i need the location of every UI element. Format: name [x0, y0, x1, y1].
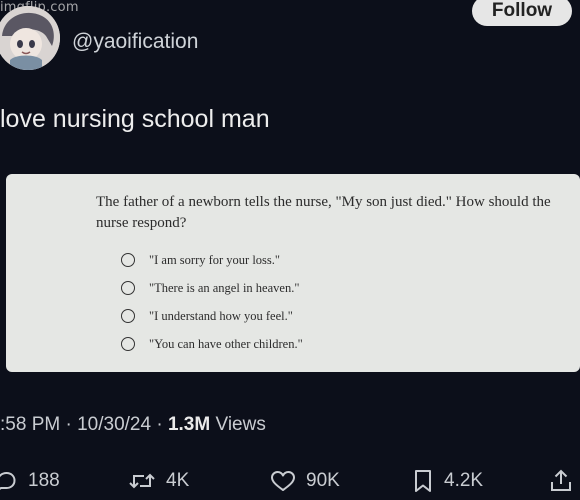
- tweet-text: love nursing school man: [0, 105, 270, 133]
- answer-option: "I am sorry for your loss.": [121, 246, 303, 274]
- views-label: Views: [215, 414, 266, 435]
- radio-circle-icon: [121, 309, 135, 323]
- meta-separator: ·: [156, 414, 168, 435]
- question-stem: The father of a newborn tells the nurse,…: [96, 194, 551, 231]
- reply-icon: [0, 472, 16, 490]
- meta-separator: ·: [65, 414, 78, 435]
- answer-option-text: "I understand how you feel.": [149, 308, 293, 323]
- answer-option-text: "I am sorry for your loss.": [149, 252, 281, 267]
- share-icon: [551, 469, 571, 491]
- bookmark-count: 4.2K: [444, 470, 484, 491]
- views-count: 1.3M: [167, 414, 211, 435]
- tweet-meta: :58 PM · 10/30/24 · 1.3M Views: [0, 414, 266, 436]
- attached-image-question[interactable]: The father of a newborn tells the nurse,…: [6, 174, 580, 372]
- like-icon: [271, 471, 295, 491]
- bookmark-icon: [415, 470, 431, 492]
- repost-button[interactable]: 4K: [128, 463, 189, 499]
- reply-button[interactable]: 188: [0, 463, 60, 499]
- repost-icon: [129, 473, 155, 489]
- answer-option: "There is an angel in heaven.": [121, 274, 303, 302]
- tweet-time[interactable]: :58 PM: [0, 414, 60, 435]
- share-button[interactable]: [548, 463, 574, 499]
- reply-count: 188: [28, 470, 60, 491]
- answer-option: "I understand how you feel.": [121, 302, 303, 330]
- action-bar: 188 4K 90K 4.2K: [0, 463, 580, 499]
- answer-option: "You can have other children.": [121, 330, 303, 358]
- radio-circle-icon: [121, 281, 135, 295]
- avatar-image: [0, 6, 60, 70]
- radio-circle-icon: [121, 253, 135, 267]
- tweet-date[interactable]: 10/30/24: [77, 414, 151, 435]
- answer-option-text: "There is an angel in heaven.": [149, 280, 300, 295]
- follow-button[interactable]: Follow: [472, 0, 572, 26]
- user-handle[interactable]: @yaoification: [72, 30, 198, 54]
- answer-option-text: "You can have other children.": [149, 336, 303, 351]
- repost-count: 4K: [166, 470, 190, 491]
- like-button[interactable]: 90K: [270, 463, 340, 499]
- bookmark-button[interactable]: 4.2K: [412, 463, 483, 499]
- like-count: 90K: [306, 470, 340, 491]
- avatar[interactable]: [0, 6, 60, 70]
- radio-circle-icon: [121, 337, 135, 351]
- answer-options: "I am sorry for your loss." "There is an…: [121, 246, 303, 358]
